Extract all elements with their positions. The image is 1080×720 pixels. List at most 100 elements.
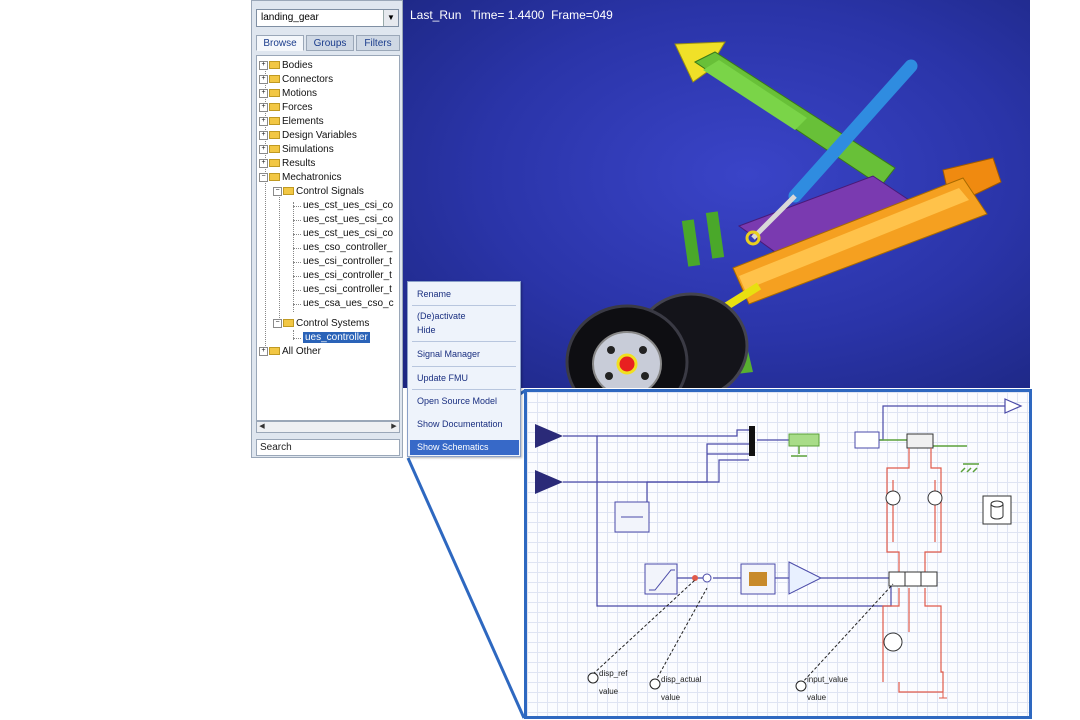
green-piston [681,219,701,267]
menu-item-open-source-model[interactable]: Open Source Model [410,394,519,408]
tree-item-signal[interactable]: ues_csi_controller_t [303,284,392,296]
tree-item-mechatronics[interactable]: − Mechatronics [259,172,341,184]
tree-item-forces[interactable]: + Forces [259,102,313,114]
cylinder-block [906,433,934,449]
tree-item-signal[interactable]: ues_cst_ues_csi_co [303,214,393,226]
hydraulic-line [892,480,936,542]
probe-value-label: value [599,687,619,696]
menu-separator [412,341,516,342]
mux-block [749,426,755,456]
folder-icon [269,159,280,168]
tree-item-signal[interactable]: ues_cst_ues_csi_co [303,228,393,240]
folder-icon [269,61,280,70]
tree-line [293,290,301,291]
tree-item-control-signals[interactable]: − Control Signals [273,186,364,198]
menu-separator [412,389,516,390]
tree-item-signal[interactable]: ues_csa_ues_cso_c [303,298,394,310]
expand-icon[interactable]: + [259,144,268,154]
collapse-icon[interactable]: − [273,186,282,196]
folder-icon [269,131,280,140]
search-input[interactable]: Search [256,439,400,456]
tree-item-motions[interactable]: + Motions [259,88,317,100]
expand-icon[interactable]: + [259,130,268,140]
tree-item-signal[interactable]: ues_csi_controller_t [303,270,392,282]
collapse-icon[interactable]: − [273,318,282,328]
table-icon [749,572,767,586]
tree-line [293,276,301,277]
expand-icon[interactable]: + [259,74,268,84]
model-select[interactable]: landing_gear ▼ [256,9,399,27]
menu-item-show-schematics[interactable]: Show Schematics [410,440,519,455]
menu-item-hide[interactable]: Hide [410,323,519,337]
schematic-view[interactable]: disp_ref value disp_actual value input_v… [524,389,1032,719]
probe-icon [795,680,807,692]
tree-item-signal[interactable]: ues_cso_controller_ [303,242,393,254]
rim-hole [641,372,649,380]
collapse-icon[interactable]: − [259,172,268,182]
expand-icon[interactable]: + [259,60,268,70]
expand-icon[interactable]: + [259,346,268,356]
tree-horizontal-scrollbar[interactable]: ◀ ▶ [256,421,400,433]
ground-symbol [960,463,979,473]
rim-hole [605,372,613,380]
rim-hole [607,346,615,354]
context-menu: Rename (De)activate Hide Signal Manager … [407,281,521,457]
folder-icon [269,145,280,154]
hydraulic-line [924,448,942,578]
expand-icon[interactable]: + [259,88,268,98]
browser-tabs: Browse Groups Filters [256,35,400,51]
tree-line [293,206,301,207]
tree-item-signal[interactable]: ues_csi_controller_t [303,256,392,268]
expand-icon[interactable]: + [259,116,268,126]
storage-block [982,495,1012,525]
tree-item-results[interactable]: + Results [259,158,315,170]
tab-browse[interactable]: Browse [256,35,304,51]
probe-value-label: value [807,693,827,702]
menu-item-update-fmu[interactable]: Update FMU [410,371,519,385]
menu-item-signal-manager[interactable]: Signal Manager [410,347,519,361]
probe-label-input-value: input_value [807,675,848,684]
folder-icon [269,75,280,84]
folder-icon [269,117,280,126]
tree-line [293,338,301,339]
signal-wire [563,429,749,437]
tree-item-simulations[interactable]: + Simulations [259,144,334,156]
tree-line [293,234,301,235]
tree-item-connectors[interactable]: + Connectors [259,74,333,86]
green-piston [705,211,725,259]
tree-item-control-systems[interactable]: − Control Systems [273,318,369,330]
callout-line [406,457,526,719]
schematic-diagram [535,398,1023,699]
tree-item-design-variables[interactable]: + Design Variables [259,130,357,142]
chevron-down-icon[interactable]: ▼ [383,10,398,26]
tree-item-elements[interactable]: + Elements [259,116,324,128]
probe-label-disp-ref: disp_ref [599,669,628,678]
probe-icon [649,678,661,690]
tree-line [293,262,301,263]
menu-item-show-documentation[interactable]: Show Documentation [410,417,519,431]
output-port-icon [1004,398,1023,414]
menu-item-deactivate[interactable]: (De)activate [410,309,519,323]
menu-separator [412,366,516,367]
sum-junction [702,573,712,583]
menu-item-rename[interactable]: Rename [410,287,519,301]
tree-line [279,190,280,322]
folder-icon [269,89,280,98]
expand-icon[interactable]: + [259,158,268,168]
tree-line [293,304,301,305]
tab-filters[interactable]: Filters [356,35,400,51]
tab-groups[interactable]: Groups [306,35,354,51]
tree-item-ues-controller[interactable]: ues_controller [303,332,370,344]
hydraulic-line [886,448,910,578]
tree-item-signal[interactable]: ues_cst_ues_csi_co [303,200,393,212]
scroll-left-icon[interactable]: ◀ [257,422,267,432]
expand-icon[interactable]: + [259,102,268,112]
tree-item-all-other[interactable]: + All Other [259,346,321,358]
folder-icon [269,103,280,112]
input-port-icon [535,470,563,494]
scroll-right-icon[interactable]: ▶ [389,422,399,432]
probe-label-disp-actual: disp_actual [661,675,702,684]
sensor-block [854,431,880,449]
tree-line [293,202,294,312]
tree-item-bodies[interactable]: + Bodies [259,60,313,72]
